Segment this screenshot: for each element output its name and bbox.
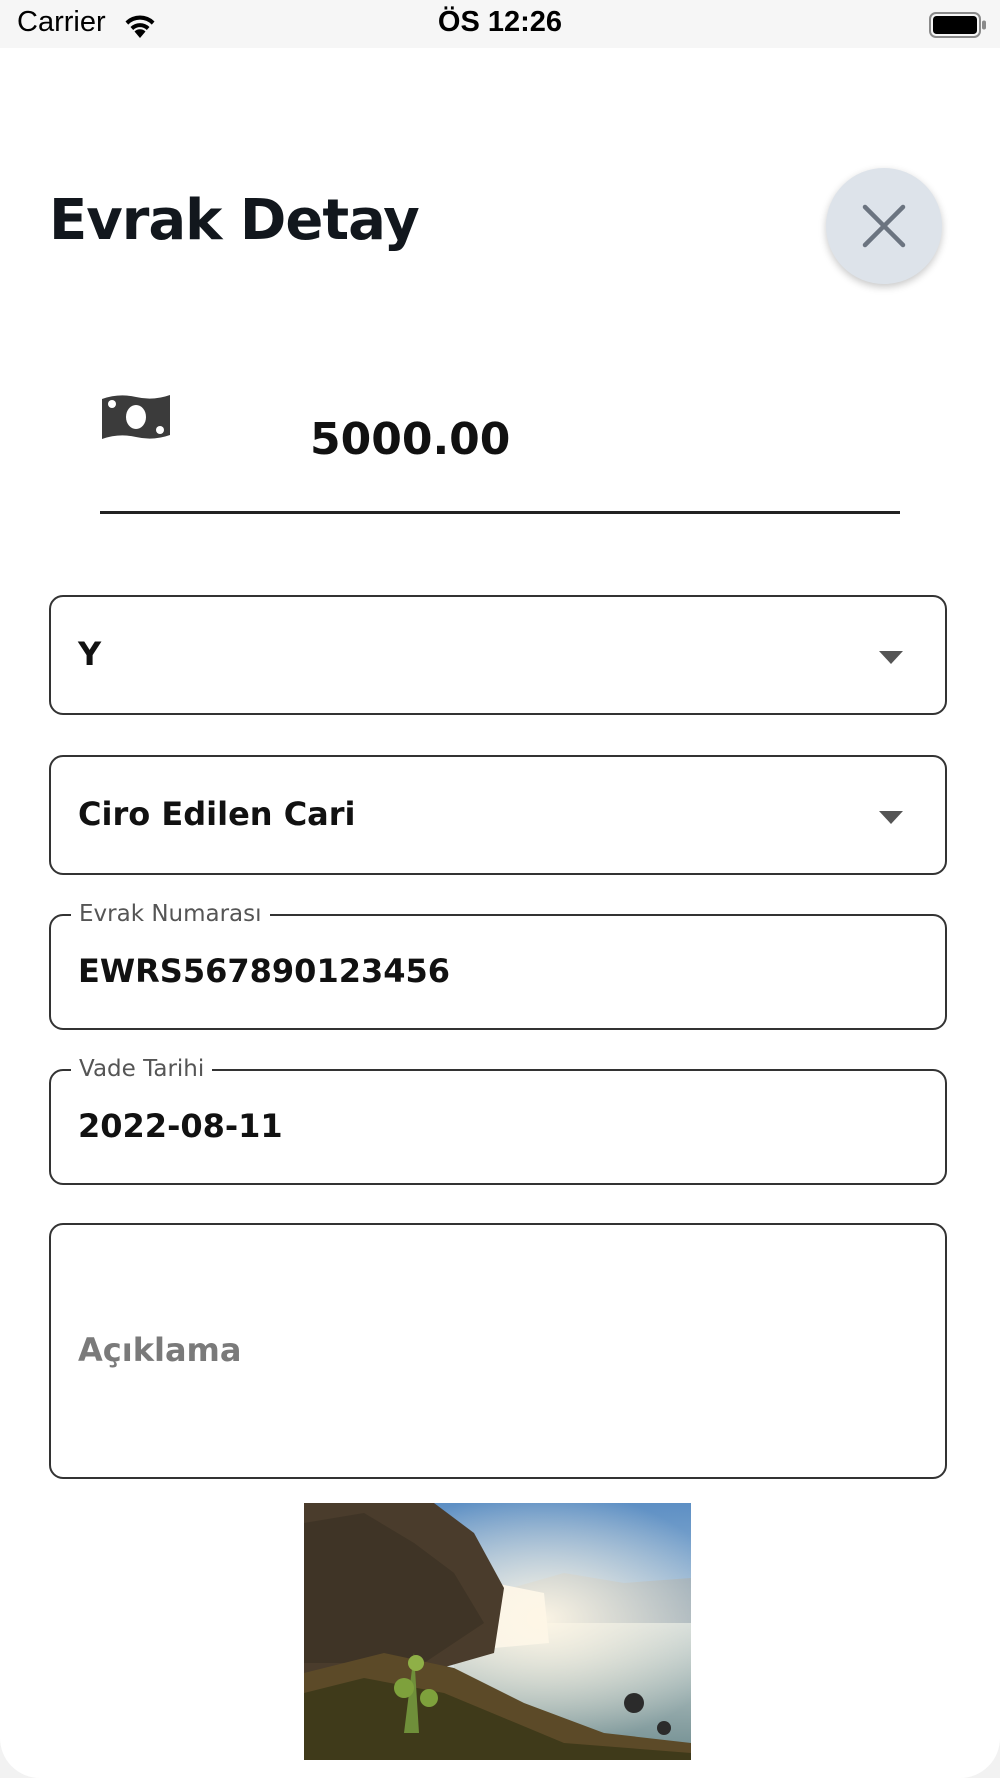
status-bar: Carrier ÖS 12:26: [0, 0, 1000, 48]
attachment-image[interactable]: [304, 1503, 691, 1760]
evrak-numarasi-value: EWRS567890123456: [78, 952, 451, 990]
waterfall-photo: [304, 1503, 691, 1760]
type-select-value: Y: [78, 635, 102, 673]
cari-select[interactable]: Ciro Edilen Cari: [49, 755, 947, 875]
close-icon: [862, 204, 906, 248]
vade-tarihi-value: 2022-08-11: [78, 1107, 283, 1145]
vade-tarihi-label: Vade Tarihi: [71, 1055, 213, 1083]
screen: Carrier ÖS 12:26 Evrak Detay 5000.00 Y C…: [0, 0, 1000, 1778]
close-button[interactable]: [826, 168, 942, 284]
page-title: Evrak Detay: [49, 188, 420, 253]
amount-underline: [100, 511, 900, 514]
cari-select-value: Ciro Edilen Cari: [78, 795, 356, 833]
battery-icon: [929, 12, 986, 38]
chevron-down-icon: [879, 651, 903, 664]
chevron-down-icon: [879, 811, 903, 824]
amount-value[interactable]: 5000.00: [100, 414, 1000, 465]
aciklama-placeholder: Açıklama: [78, 1331, 242, 1369]
document-detail-sheet: Evrak Detay 5000.00 Y Ciro Edilen Cari E…: [0, 48, 1000, 1778]
evrak-numarasi-label: Evrak Numarası: [71, 900, 270, 928]
vade-tarihi-field[interactable]: Vade Tarihi 2022-08-11: [49, 1055, 947, 1185]
type-select[interactable]: Y: [49, 595, 947, 715]
aciklama-textarea[interactable]: Açıklama: [49, 1223, 947, 1479]
evrak-numarasi-field[interactable]: Evrak Numarası EWRS567890123456: [49, 900, 947, 1030]
clock: ÖS 12:26: [437, 6, 563, 38]
